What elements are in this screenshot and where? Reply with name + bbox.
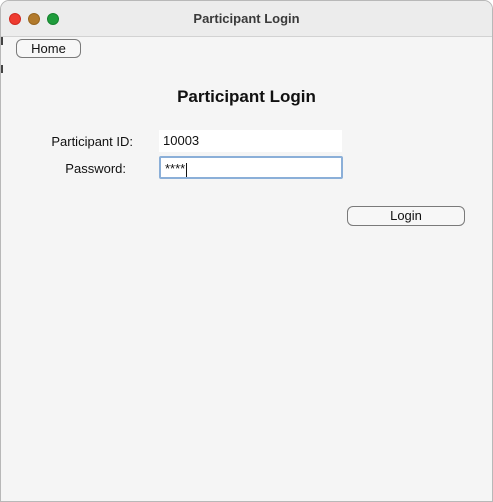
window-edge-mark [1,65,3,73]
window-edge-mark [1,37,3,45]
participant-id-value: 10003 [163,133,200,148]
app-window: Participant Login Home Participant Login… [0,0,493,502]
page-title: Participant Login [177,87,316,106]
password-value: **** [165,161,186,176]
login-panel: Home Participant Login Participant ID: 1… [1,37,492,501]
password-field[interactable]: **** [159,156,343,179]
login-button[interactable]: Login [347,206,465,226]
home-button[interactable]: Home [16,39,81,58]
participant-id-label: Participant ID: [51,134,133,149]
title-bar[interactable]: Participant Login [1,1,492,37]
password-label: Password: [65,161,126,176]
text-caret [186,162,188,177]
participant-id-field[interactable]: 10003 [159,130,342,152]
window-title: Participant Login [193,11,300,26]
